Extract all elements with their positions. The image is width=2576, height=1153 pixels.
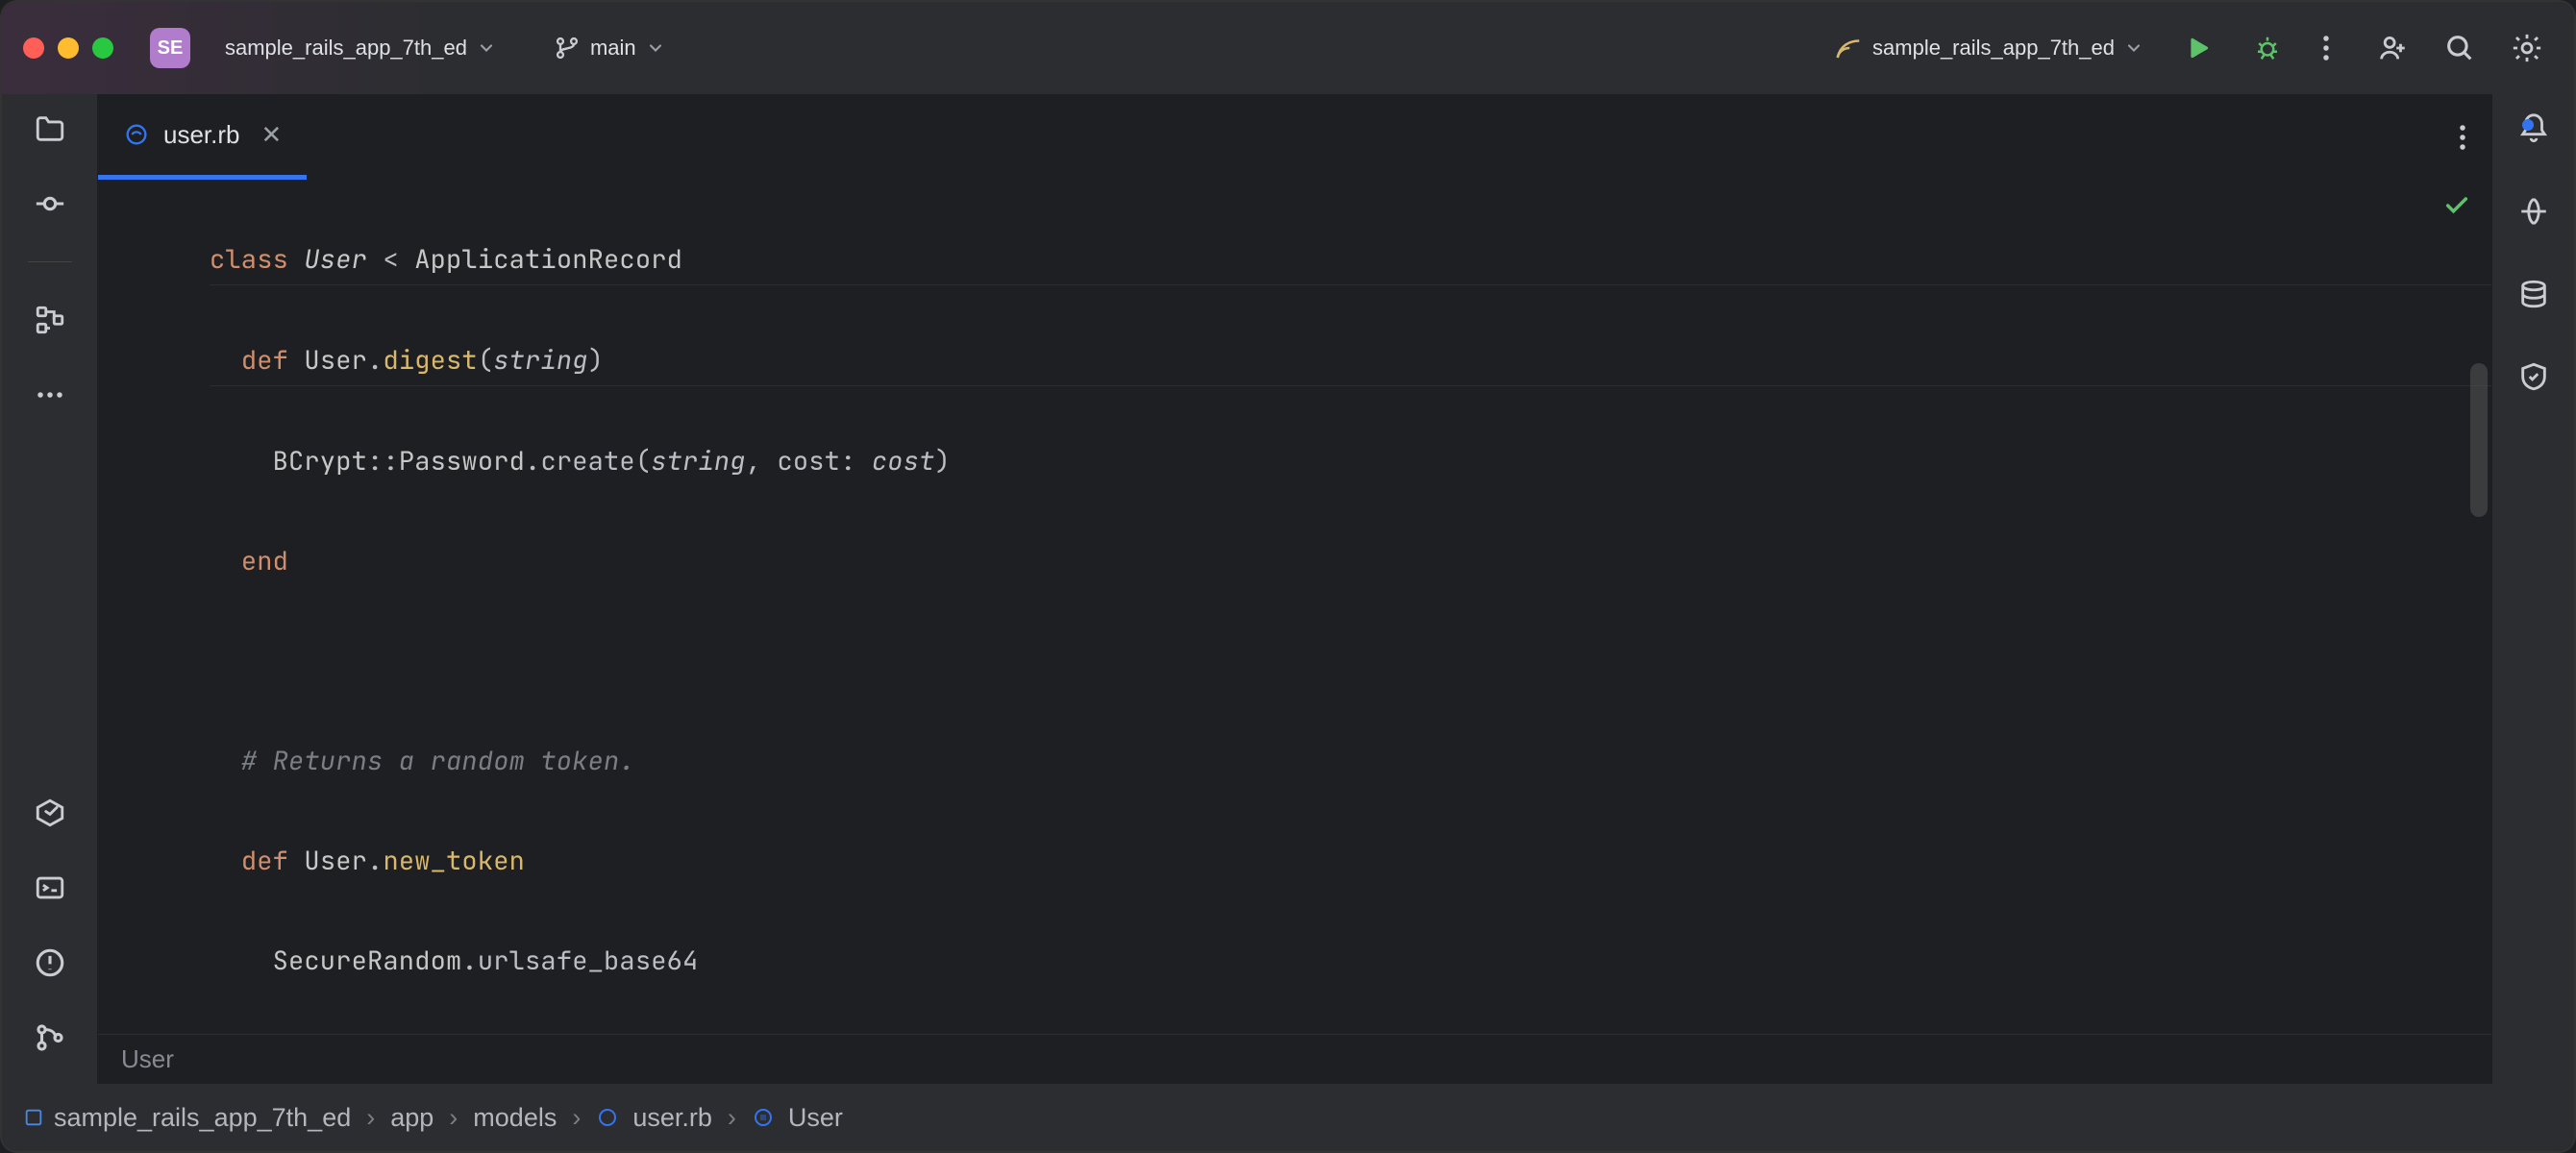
project-name: sample_rails_app_7th_ed xyxy=(225,36,467,61)
class-icon xyxy=(752,1106,779,1129)
minimize-window-icon[interactable] xyxy=(58,37,79,59)
ruby-file-icon xyxy=(123,121,150,148)
ai-assistant-icon[interactable] xyxy=(2514,192,2553,231)
gear-icon[interactable] xyxy=(2511,32,2543,64)
editor-tab[interactable]: user.rb ✕ xyxy=(98,94,307,180)
problems-tool-icon[interactable] xyxy=(31,944,69,982)
rail-separator xyxy=(28,261,72,262)
more-actions-button[interactable] xyxy=(2309,21,2343,75)
notification-dot-icon xyxy=(2522,119,2534,131)
chevron-down-icon xyxy=(646,38,665,58)
run-config-dropdown[interactable]: sample_rails_app_7th_ed xyxy=(1821,21,2157,75)
branch-name: main xyxy=(590,36,636,61)
editor-gutter xyxy=(98,181,210,1034)
coverage-tool-icon[interactable] xyxy=(2514,357,2553,396)
run-button[interactable] xyxy=(2170,21,2226,75)
left-tool-rail xyxy=(2,94,98,1084)
editor-context-bar: User xyxy=(98,1034,2491,1084)
window-controls xyxy=(23,37,113,59)
project-tool-icon[interactable] xyxy=(31,110,69,148)
debug-button[interactable] xyxy=(2240,21,2295,75)
branch-icon xyxy=(554,35,581,61)
chevron-right-icon: › xyxy=(449,1103,458,1133)
editor-area: user.rb ✕ class User < ApplicationRecord… xyxy=(98,94,2491,1084)
branch-dropdown[interactable]: main xyxy=(540,21,679,75)
rails-icon xyxy=(1834,34,1863,62)
breadcrumb-item[interactable]: User xyxy=(752,1103,843,1133)
titlebar: SE sample_rails_app_7th_ed main xyxy=(2,2,2574,94)
breadcrumb-item[interactable]: models xyxy=(473,1103,557,1133)
run-config-name: sample_rails_app_7th_ed xyxy=(1872,36,2115,61)
editor-context: User xyxy=(121,1044,174,1074)
collaborate-icon[interactable] xyxy=(2376,32,2409,64)
chevron-right-icon: › xyxy=(728,1103,736,1133)
navigation-bar: sample_rails_app_7th_ed › app › models ›… xyxy=(2,1084,2574,1151)
chevron-down-icon xyxy=(477,38,496,58)
chevron-down-icon xyxy=(2124,38,2143,58)
chevron-right-icon: › xyxy=(572,1103,581,1133)
database-tool-icon[interactable] xyxy=(2514,275,2553,313)
project-dropdown[interactable]: sample_rails_app_7th_ed xyxy=(211,21,509,75)
search-icon[interactable] xyxy=(2443,32,2476,64)
close-window-icon[interactable] xyxy=(23,37,44,59)
more-tools-icon[interactable] xyxy=(31,376,69,414)
services-tool-icon[interactable] xyxy=(31,794,69,832)
vcs-tool-icon[interactable] xyxy=(31,1018,69,1057)
tab-filename: user.rb xyxy=(163,120,240,150)
editor-tab-bar: user.rb ✕ xyxy=(98,94,2491,181)
inspection-ok-icon[interactable] xyxy=(2443,192,2470,219)
chevron-right-icon: › xyxy=(366,1103,375,1133)
right-tool-rail xyxy=(2491,94,2574,1084)
zoom-window-icon[interactable] xyxy=(92,37,113,59)
vertical-scrollbar[interactable] xyxy=(2470,363,2488,517)
project-badge: SE xyxy=(150,28,190,68)
terminal-tool-icon[interactable] xyxy=(31,869,69,907)
ruby-file-icon xyxy=(596,1106,623,1129)
close-tab-icon[interactable]: ✕ xyxy=(261,120,283,150)
code-editor[interactable]: class User < ApplicationRecord def User.… xyxy=(98,181,2491,1034)
breadcrumb-item[interactable]: app xyxy=(390,1103,433,1133)
breadcrumb-item[interactable]: user.rb xyxy=(596,1103,712,1133)
tab-options-button[interactable] xyxy=(2434,94,2491,180)
commit-tool-icon[interactable] xyxy=(31,184,69,223)
notifications-icon[interactable] xyxy=(2514,110,2553,148)
structure-tool-icon[interactable] xyxy=(31,301,69,339)
breadcrumb-item[interactable]: sample_rails_app_7th_ed xyxy=(23,1103,351,1133)
